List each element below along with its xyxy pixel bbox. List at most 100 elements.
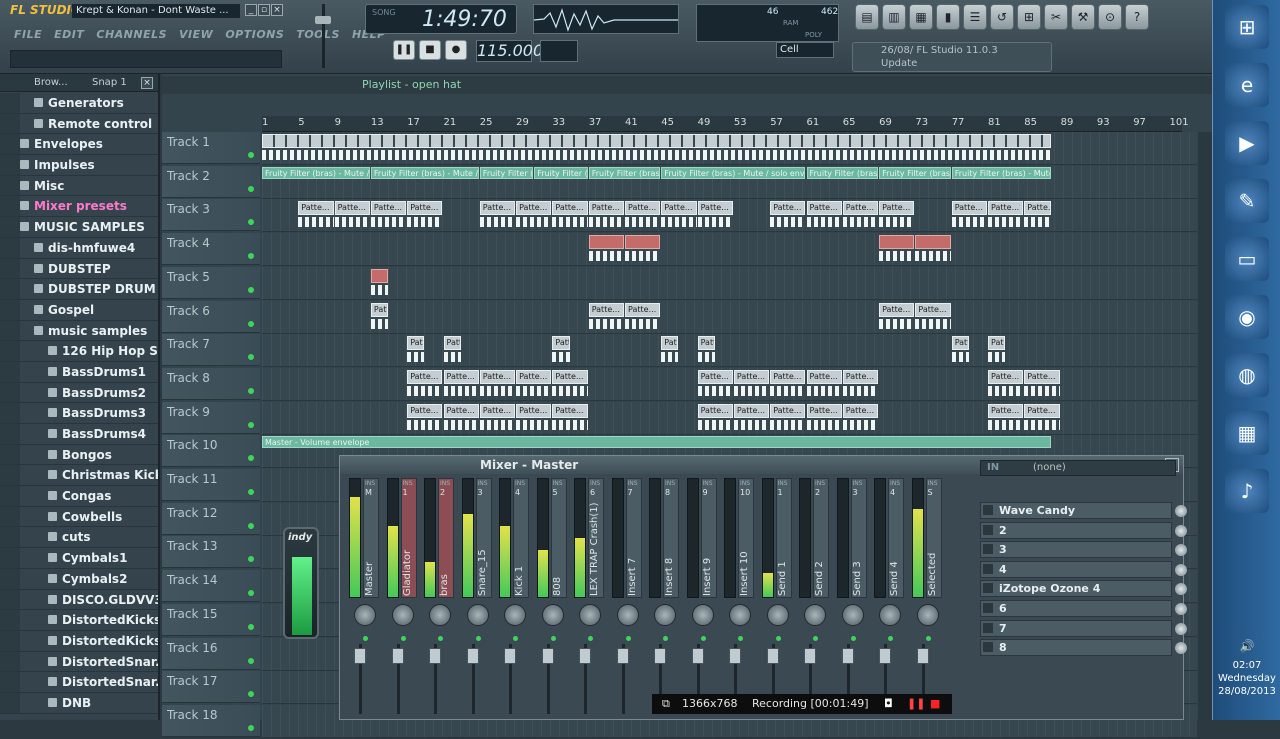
slot-menu-icon[interactable] — [983, 642, 993, 653]
strip-led[interactable] — [775, 636, 781, 641]
automation-clip[interactable]: Fruity Filter (bras) - Mute /... — [262, 166, 370, 179]
browser-item[interactable]: music samples — [0, 320, 158, 342]
mixer-strip[interactable]: INS 9 Insert 9 — [684, 478, 720, 718]
pattern-clip[interactable]: Patte... — [334, 201, 370, 216]
pattern-clip[interactable]: Patte... — [951, 336, 969, 351]
pattern-clip[interactable]: Patte... — [661, 201, 697, 216]
browser-item[interactable]: Congas — [0, 486, 158, 507]
track-lane[interactable] — [262, 132, 1197, 165]
pattern-clip[interactable]: Patte... — [988, 403, 1024, 418]
track-mute-led[interactable] — [248, 724, 254, 731]
pattern-clip[interactable]: Patte... — [733, 369, 770, 384]
browser-item[interactable]: MUSIC SAMPLES — [0, 217, 158, 238]
undo-icon[interactable]: ↺ — [990, 4, 1014, 30]
playlist-icon[interactable]: ▤ — [855, 4, 879, 30]
slot-menu-icon[interactable] — [983, 603, 993, 613]
piano-roll-icon[interactable]: ▥ — [882, 4, 906, 30]
track-header[interactable]: Track 11 — [162, 469, 260, 501]
track-header[interactable]: Track 9 — [162, 401, 260, 434]
automation-clip[interactable]: Fruity Filter (bras) - Mute /... — [951, 166, 1051, 179]
effect-slot[interactable]: 3 — [980, 541, 1187, 559]
browser-item[interactable]: Impulses — [0, 155, 158, 176]
tempo-display[interactable]: 115.000 — [476, 40, 543, 62]
volume-fader[interactable] — [391, 648, 404, 664]
strip-led[interactable] — [663, 636, 668, 641]
pattern-clip[interactable]: Patte... — [988, 201, 1024, 216]
audio-clip[interactable] — [879, 235, 915, 250]
volume-fader[interactable] — [654, 648, 666, 664]
minimize-button[interactable]: _ — [245, 4, 257, 16]
pattern-clip[interactable]: Patte... — [407, 369, 443, 384]
track-mute-led[interactable] — [248, 590, 254, 597]
pattern-clip[interactable]: Patte... — [879, 201, 915, 216]
track-mute-led[interactable] — [248, 691, 254, 698]
slot-menu-icon[interactable] — [983, 544, 993, 555]
pattern-clip[interactable]: Patte... — [770, 403, 806, 418]
mixer-strip[interactable]: INS 4 Send 4 — [871, 478, 907, 718]
browser-item[interactable]: Remote control — [0, 113, 158, 135]
track-mute-led[interactable] — [248, 320, 254, 327]
pattern-clip[interactable]: Patte... — [661, 336, 679, 351]
pattern-clip[interactable]: Patte... — [988, 336, 1006, 351]
pan-knob[interactable] — [429, 604, 451, 626]
pattern-clip[interactable]: Patte... — [516, 201, 552, 216]
strip-led[interactable] — [588, 636, 593, 641]
browser-item[interactable]: cuts — [0, 527, 158, 549]
pattern-clip[interactable]: Patte... — [842, 403, 879, 418]
pattern-clip[interactable]: Patte... — [697, 403, 733, 418]
mixer-strip[interactable]: INS 5 808 — [534, 478, 570, 718]
pattern-clip[interactable]: Patte... — [806, 201, 842, 216]
pattern-clip[interactable]: Patte... — [552, 201, 588, 216]
menu-channels[interactable]: CHANNELS — [96, 28, 167, 44]
browser-item[interactable]: DNB — [0, 692, 158, 714]
chrome-icon[interactable]: ◉ — [1225, 295, 1269, 339]
effect-slot[interactable]: Wave Candy — [980, 502, 1187, 519]
track-lane[interactable]: Patte... Patte... Patte... Patte... Patte...… — [262, 334, 1197, 368]
pattern-clip[interactable]: Patte... — [552, 336, 570, 351]
strip-led[interactable] — [513, 636, 518, 641]
mixer-strip[interactable]: INS 3 Send 3 — [834, 478, 870, 718]
browser-item[interactable]: BassDrums1 — [0, 361, 158, 383]
automation-clip[interactable]: Fruity Filter (bras) - Mute /... — [806, 166, 879, 179]
pattern-clip[interactable]: Patte... — [516, 403, 552, 418]
slot-menu-icon[interactable] — [983, 524, 993, 535]
track-lane[interactable] — [262, 266, 1197, 300]
slot-enable-knob[interactable] — [1175, 505, 1187, 517]
browser-item[interactable]: Generators — [0, 93, 158, 114]
mixer-input-route[interactable]: IN (none) — [980, 460, 1176, 476]
recorder-resize-icon[interactable]: ⧉ — [662, 694, 670, 714]
track-header[interactable]: Track 2 — [162, 165, 260, 198]
pattern-clip[interactable]: Patte... — [588, 201, 624, 216]
track-header[interactable]: Track 12 — [162, 502, 260, 535]
strip-led[interactable] — [700, 636, 706, 641]
mixer-strip[interactable]: INS 7 Insert 7 — [609, 478, 645, 718]
channel-rack-icon[interactable]: ▦ — [909, 4, 933, 30]
pattern-clip[interactable]: Patte... — [443, 403, 479, 418]
pan-knob[interactable] — [729, 604, 751, 626]
mixer-strip[interactable]: INS 10 Insert 10 — [721, 478, 757, 718]
browser-item[interactable]: Cowbells — [0, 506, 158, 528]
volume-fader[interactable] — [579, 648, 591, 664]
calculator-icon[interactable]: ▦ — [1225, 411, 1269, 455]
browser-item[interactable]: DistortedSnar... — [0, 651, 158, 673]
pattern-clip[interactable]: Patte... — [1024, 369, 1060, 384]
strip-led[interactable] — [813, 636, 818, 641]
system-clock[interactable]: 🔊 02:07 Wednesday 28/08/2013 — [1213, 640, 1280, 698]
track-header[interactable]: Track 13 — [162, 536, 260, 569]
pattern-clip[interactable]: Patte... — [842, 369, 879, 384]
volume-fader[interactable] — [354, 648, 366, 664]
mixer-strip[interactable]: INS 2 Send 2 — [796, 478, 832, 718]
strip-led[interactable] — [625, 636, 631, 641]
pattern-clip[interactable]: Patte... — [733, 403, 770, 418]
folder-icon[interactable]: ▭ — [1225, 237, 1269, 281]
browser-item[interactable]: Christmas Kicks — [0, 465, 158, 487]
automation-clip[interactable]: Master - Volume envelope — [262, 436, 1051, 449]
pattern-clip[interactable]: Patte... — [479, 201, 516, 216]
pattern-clip[interactable]: Patte... — [951, 201, 987, 216]
pattern-clip[interactable]: Patte... — [988, 369, 1024, 384]
track-lane[interactable] — [262, 233, 1197, 267]
browser-item[interactable]: Cymbals2 — [0, 568, 158, 590]
slot-enable-knob[interactable] — [1175, 603, 1187, 615]
media-player-icon[interactable]: ▶ — [1225, 121, 1269, 165]
browser-item[interactable]: DUBSTEP — [0, 258, 158, 280]
